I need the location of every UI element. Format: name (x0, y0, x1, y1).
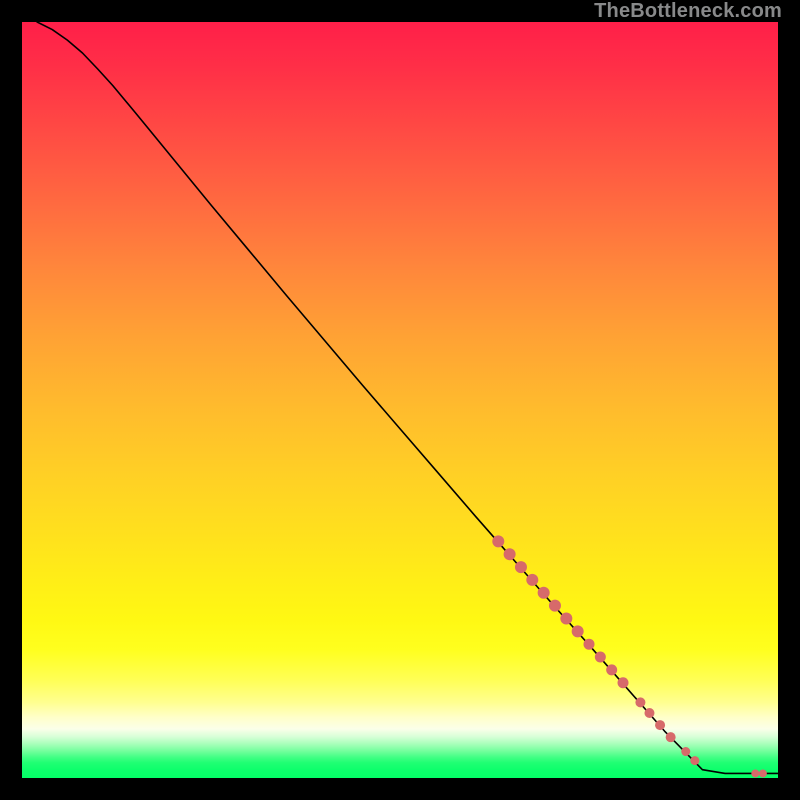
marker-point (549, 600, 561, 612)
watermark-text: TheBottleneck.com (594, 0, 782, 23)
marker-point (538, 587, 550, 599)
metric-overlay (22, 22, 778, 778)
marker-point (635, 697, 645, 707)
marker-point (690, 756, 699, 765)
marker-point (681, 747, 690, 756)
main-curve (37, 22, 778, 773)
marker-point (644, 708, 654, 718)
marker-point (655, 720, 665, 730)
chart-stage: TheBottleneck.com (0, 0, 800, 800)
marker-point (504, 548, 516, 560)
marker-point (492, 535, 504, 547)
marker-point (515, 561, 527, 573)
marker-point (666, 732, 676, 742)
marker-point (751, 769, 759, 777)
marker-point (759, 769, 767, 777)
marker-point (606, 664, 617, 675)
marker-point (572, 625, 584, 637)
marker-point (526, 574, 538, 586)
marker-group (492, 535, 767, 777)
marker-point (595, 652, 606, 663)
marker-point (584, 639, 595, 650)
marker-point (618, 677, 629, 688)
marker-point (560, 612, 572, 624)
